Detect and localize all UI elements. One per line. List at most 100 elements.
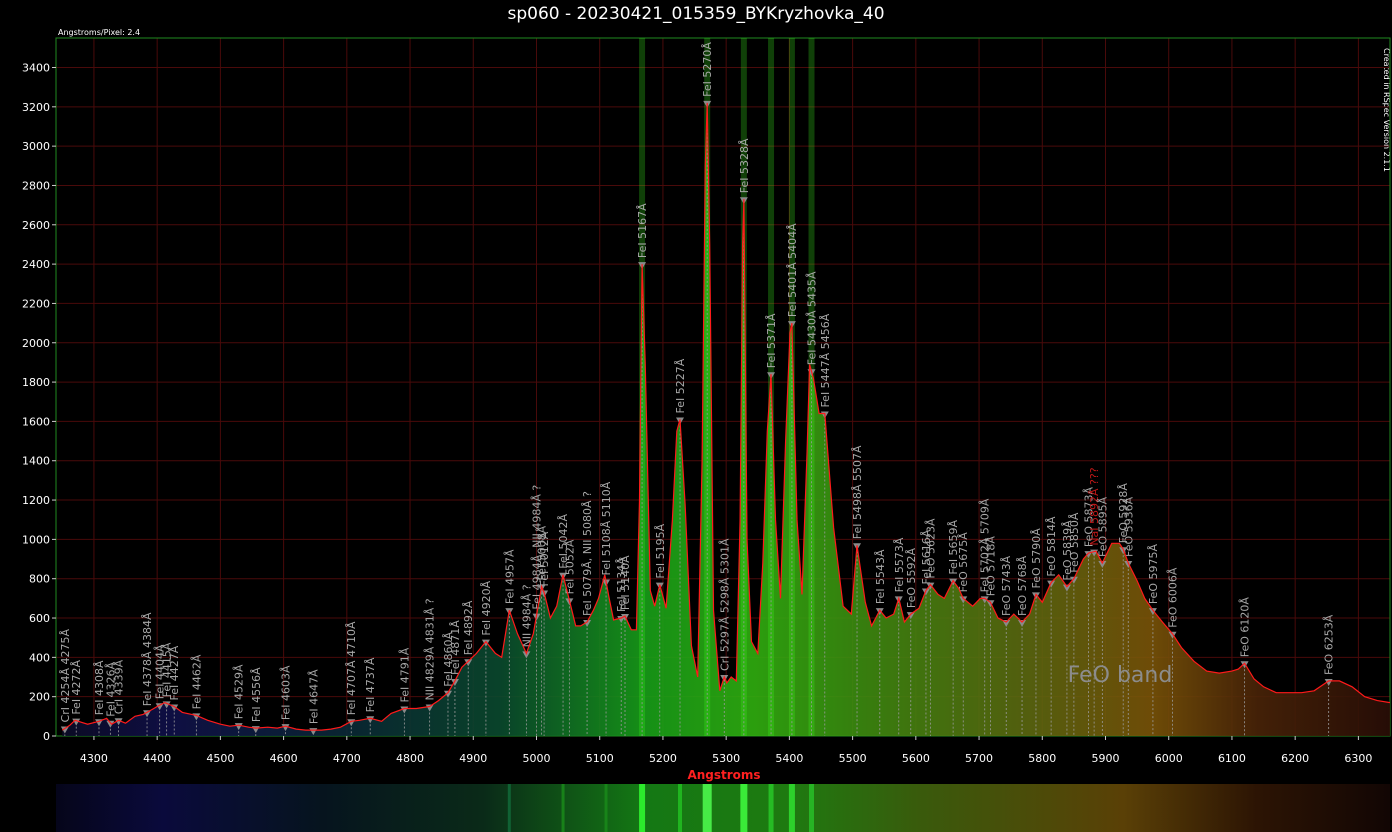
y-tick-label: 600	[29, 612, 50, 625]
annotation-label: FeI 5195Å	[654, 523, 667, 578]
strip-emission-line	[678, 784, 683, 832]
strip-emission-line	[702, 784, 712, 832]
y-tick-label: 2200	[22, 297, 50, 310]
x-axis-title: Angstroms	[687, 768, 760, 782]
y-tick-label: 3200	[22, 101, 50, 114]
line-annotation: FeI 4556Å	[250, 667, 263, 736]
annotation-label: FeI 5498Å 5507Å	[851, 445, 864, 539]
annotation-label: FeI 4427Å	[168, 645, 181, 700]
annotation-label: FeI 4871Å	[449, 620, 462, 675]
annotation-label: FeO 6120Å	[1239, 597, 1252, 658]
x-tick-label: 6200	[1281, 752, 1309, 765]
annotation-label: FeI 4603Å	[279, 665, 292, 720]
annotation-label: FeO 5936Å	[1122, 496, 1135, 557]
y-tick-label: 1000	[22, 533, 50, 546]
strip-emission-line	[639, 784, 646, 832]
annotation-label: FeO 5743Å	[1000, 555, 1013, 616]
y-tick-label: 1800	[22, 376, 50, 389]
annotation-label: FeO 5895Å	[1096, 496, 1109, 557]
annotation-label: FeI 5371Å	[765, 313, 778, 368]
feo-band-label: FeO band	[1068, 663, 1173, 688]
annotation-label: FeO 6253Å	[1323, 614, 1336, 675]
annotation-label: FeO 5623Å	[924, 518, 937, 579]
annotation-label: FeI 5108Å 5110Å	[600, 481, 613, 575]
annotation-label: FeO 6006Å	[1167, 567, 1180, 628]
x-tick-label: 5400	[775, 752, 803, 765]
strip-emission-line	[740, 784, 748, 832]
annotation-label: NII 4829Å 4831Å ?	[424, 598, 437, 700]
y-tick-label: 200	[29, 691, 50, 704]
annotation-label: FeI 5167Å	[636, 203, 649, 258]
y-tick-label: 400	[29, 651, 50, 664]
strip-emission-line	[604, 784, 608, 832]
y-tick-label: 3000	[22, 140, 50, 153]
x-tick-label: 4600	[270, 752, 298, 765]
y-tick-label: 0	[43, 730, 50, 743]
y-tick-label: 2600	[22, 219, 50, 232]
spectrum-chart: CrI 4254Å 4275ÅFeI 4272Å FeI 4308ÅFeI 432…	[22, 37, 1391, 782]
annotation-label: FeO 5592Å	[905, 547, 918, 608]
x-tick-label: 6000	[1155, 752, 1183, 765]
y-tick-label: 2800	[22, 179, 50, 192]
annotation-label: FeO 5768Å	[1016, 555, 1029, 616]
y-tick-label: 2000	[22, 337, 50, 350]
x-tick-label: 4900	[459, 752, 487, 765]
x-tick-label: 5300	[712, 752, 740, 765]
x-tick-label: 4700	[333, 752, 361, 765]
y-tick-label: 800	[29, 573, 50, 586]
x-tick-label: 5000	[522, 752, 550, 765]
annotation-label: FeI 5328Å	[738, 138, 751, 193]
annotation-label: FeI 4272Å	[70, 659, 83, 714]
annotation-label: FeI 5543Å	[874, 549, 887, 604]
annotation-label: FeI 5447Å 5456Å	[819, 313, 832, 407]
x-tick-label: 5700	[965, 752, 993, 765]
x-tick-label: 4500	[206, 752, 234, 765]
annotation-label: FeI 4892Å	[462, 600, 475, 655]
annotation-label: FeO 5718Å	[984, 536, 997, 597]
x-tick-label: 5100	[586, 752, 614, 765]
x-tick-label: 4800	[396, 752, 424, 765]
annotation-label: FeO 5790Å	[1030, 528, 1043, 589]
y-tick-label: 1400	[22, 455, 50, 468]
annotation-label: FeO 5975Å	[1147, 544, 1160, 605]
strip-emission-line	[561, 784, 565, 832]
strip-emission-line	[788, 784, 795, 832]
x-tick-label: 5600	[902, 752, 930, 765]
x-tick-label: 5900	[1091, 752, 1119, 765]
annotation-label: FeI 4647Å	[307, 669, 320, 724]
x-tick-label: 5800	[1028, 752, 1056, 765]
annotation-label: FeO 5814Å	[1045, 516, 1058, 577]
x-tick-label: 4400	[143, 752, 171, 765]
annotation-label: FeI 4378Å 4384Å	[141, 612, 154, 706]
annotation-label: FeI 5270Å	[701, 42, 714, 97]
annotation-label: FeI 5012Å	[538, 531, 551, 586]
strip-emission-line	[507, 784, 511, 832]
x-tick-label: 4300	[80, 752, 108, 765]
line-annotation: FeI 4603Å	[279, 665, 292, 736]
annotation-label: FeO 5675Å	[957, 532, 970, 593]
annotation-label: FeI 5401Å 5404Å	[786, 223, 799, 317]
annotation-label: FeI 4737Å	[364, 657, 377, 712]
x-tick-label: 6100	[1218, 752, 1246, 765]
x-tick-label: 5200	[649, 752, 677, 765]
line-annotation: FeI 4647Å	[307, 669, 320, 737]
annotation-label: FeI 4957Å	[503, 549, 516, 604]
y-tick-label: 3400	[22, 61, 50, 74]
y-tick-label: 2400	[22, 258, 50, 271]
annotation-label: FeI 5140Å	[619, 555, 632, 610]
annotation-label: FeI 4920Å	[480, 580, 493, 635]
strip-emission-line	[809, 784, 815, 832]
y-tick-label: 1200	[22, 494, 50, 507]
annotation-label: FeI 4707Å 4710Å	[345, 621, 358, 715]
annotation-label: FeI 5079Å, NII 5080Å ?	[581, 491, 594, 616]
annotation-label: FeI 4791Å	[398, 647, 411, 702]
x-tick-label: 5500	[839, 752, 867, 765]
annotation-label: FeI 4556Å	[250, 667, 263, 722]
strip-emission-line	[768, 784, 774, 832]
annotation-label: FeI 4529Å	[233, 664, 246, 719]
spectrum-strip	[56, 784, 1390, 832]
annotation-label: FeI 5227Å	[674, 358, 687, 413]
x-tick-label: 6300	[1344, 752, 1372, 765]
annotation-label: FeI 4462Å	[190, 654, 203, 709]
annotation-label: CrI 4339Å	[113, 659, 126, 714]
